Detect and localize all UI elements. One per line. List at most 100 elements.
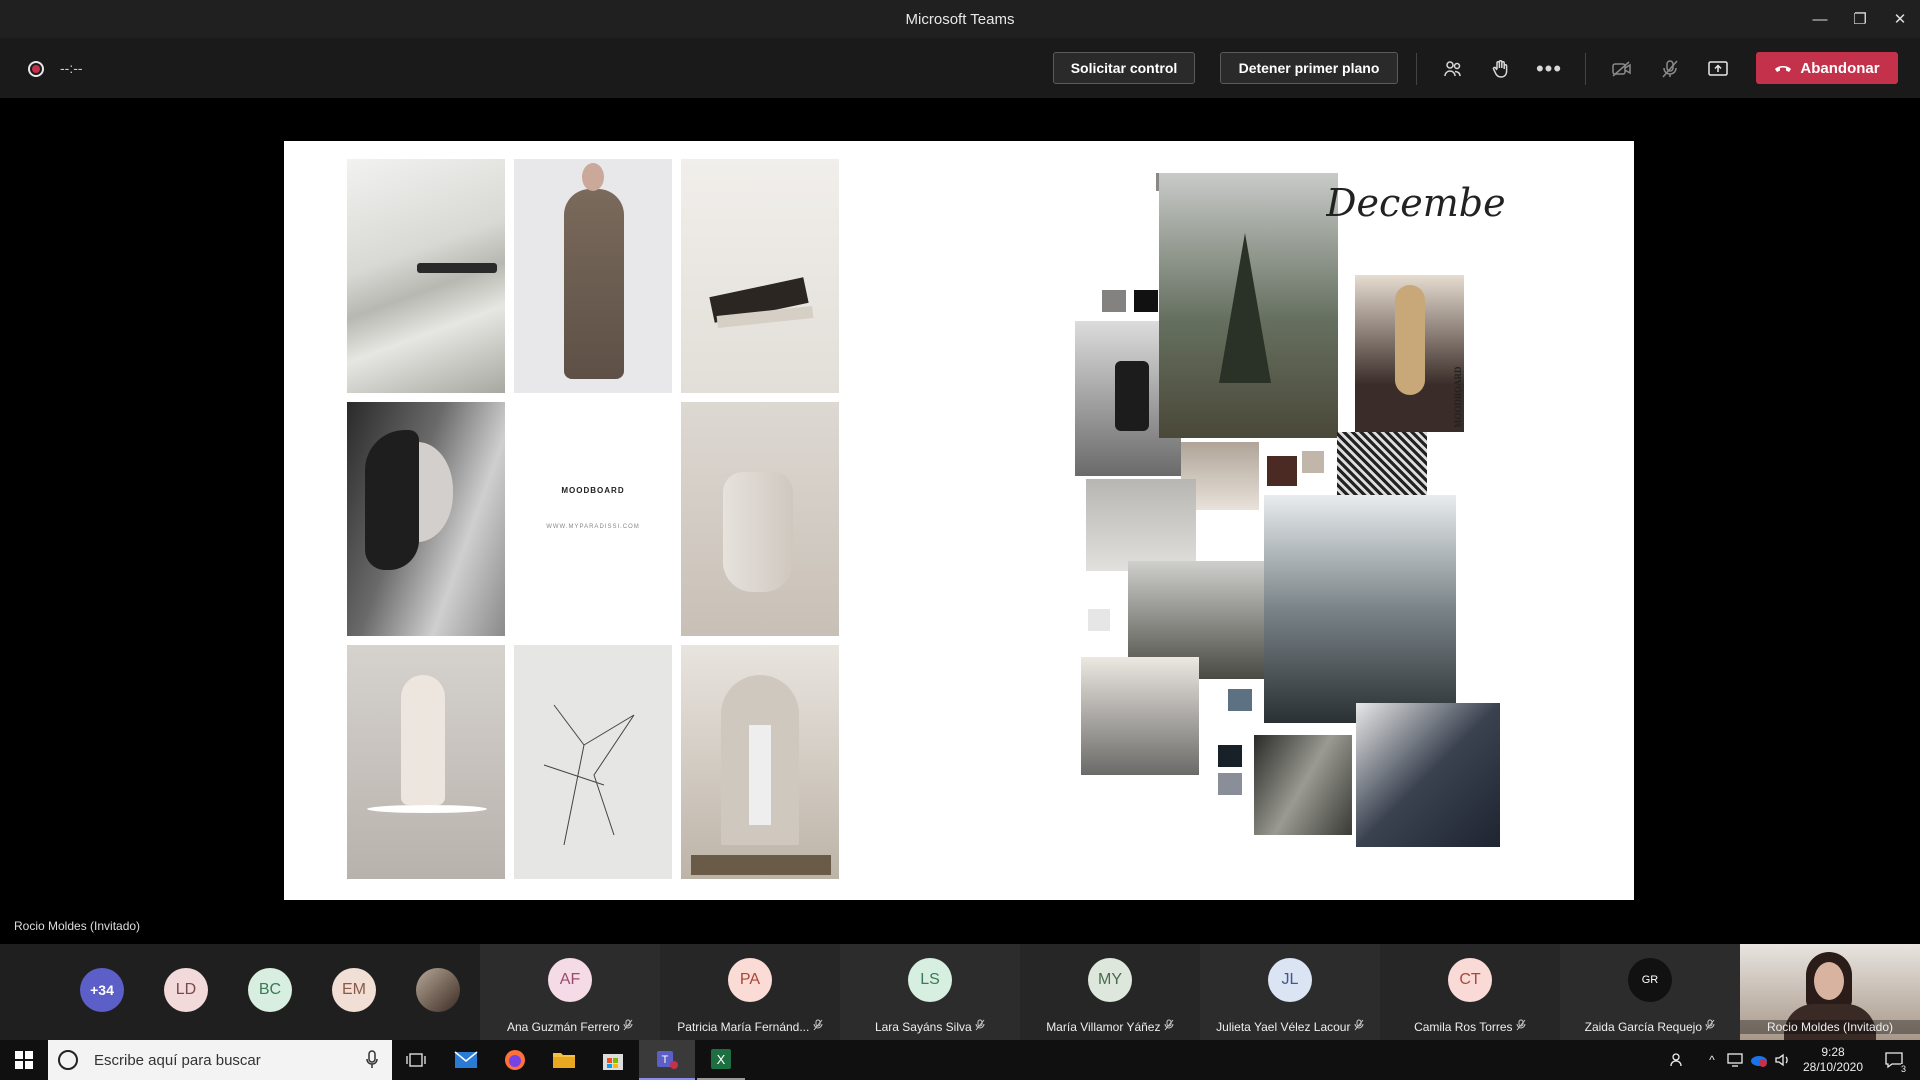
task-view-icon[interactable] bbox=[392, 1040, 440, 1080]
stop-spotlight-button[interactable]: Detener primer plano bbox=[1220, 52, 1398, 84]
network-icon[interactable] bbox=[1724, 1040, 1746, 1080]
moodboard-photo-books bbox=[681, 159, 839, 393]
meeting-timer: --:-- bbox=[60, 60, 83, 76]
color-swatch-black bbox=[1134, 290, 1158, 312]
participant-tile[interactable]: JL Julieta Yael Vélez Lacour bbox=[1200, 944, 1380, 1040]
minimize-icon[interactable]: — bbox=[1800, 0, 1840, 38]
muted-mic-icon bbox=[620, 1019, 633, 1034]
close-icon[interactable]: ✕ bbox=[1880, 0, 1920, 38]
participant-name-text: Patricia María Fernánd... bbox=[677, 1020, 810, 1034]
participant-tile[interactable]: AF Ana Guzmán Ferrero bbox=[480, 944, 660, 1040]
teams-app-icon[interactable]: T bbox=[639, 1040, 695, 1080]
microphone-icon[interactable] bbox=[366, 1050, 378, 1075]
muted-mic-icon bbox=[1702, 1019, 1715, 1034]
svg-text:T: T bbox=[662, 1054, 669, 1066]
mail-app-icon[interactable] bbox=[442, 1040, 490, 1080]
color-swatch-navy bbox=[1218, 745, 1242, 767]
camera-off-icon[interactable] bbox=[1607, 54, 1637, 84]
participant-tile[interactable]: MY María Villamor Yáñez bbox=[1020, 944, 1200, 1040]
presenter-name-label: Rocio Moldes (Invitado) bbox=[14, 919, 141, 933]
excel-app-icon[interactable]: X bbox=[697, 1040, 745, 1080]
window-titlebar: Microsoft Teams — ❐ ✕ bbox=[0, 0, 1920, 38]
muted-mic-icon bbox=[1350, 1019, 1364, 1034]
raise-hand-icon[interactable] bbox=[1486, 54, 1516, 84]
participant-name: Zaida García Requejo bbox=[1560, 1019, 1740, 1034]
toolbar-divider bbox=[1585, 53, 1586, 85]
window-title: Microsoft Teams bbox=[905, 10, 1015, 28]
leave-button[interactable]: Abandonar bbox=[1756, 52, 1898, 84]
participants-icon[interactable] bbox=[1438, 54, 1468, 84]
windows-taskbar: Escribe aquí para buscar T X ^ 9:28 28/1… bbox=[0, 1040, 1920, 1080]
participant-name: Ana Guzmán Ferrero bbox=[480, 1019, 660, 1034]
restore-icon[interactable]: ❐ bbox=[1840, 0, 1880, 38]
participant-avatar-small[interactable]: BC bbox=[248, 968, 292, 1012]
muted-mic-icon bbox=[1513, 1019, 1526, 1034]
muted-mic-icon bbox=[972, 1019, 985, 1034]
participant-name-text: María Villamor Yáñez bbox=[1046, 1020, 1161, 1034]
windows-start-icon[interactable] bbox=[0, 1040, 48, 1080]
moodboard-caption-url: WWW.MYPARADISSI.COM bbox=[546, 524, 640, 530]
request-control-button[interactable]: Solicitar control bbox=[1053, 52, 1195, 84]
moodboard-photo-portrait bbox=[347, 402, 505, 636]
toolbar-divider bbox=[1416, 53, 1417, 85]
svg-text:X: X bbox=[717, 1052, 726, 1067]
chevron-up-icon[interactable]: ^ bbox=[1702, 1040, 1722, 1080]
overflow-participants-badge[interactable]: +34 bbox=[80, 968, 124, 1012]
moodboard-photo-sketch bbox=[514, 645, 672, 879]
participant-tile[interactable]: PA Patricia María Fernánd... bbox=[660, 944, 840, 1040]
taskbar-search-box[interactable]: Escribe aquí para buscar bbox=[48, 1040, 392, 1080]
participant-tile[interactable]: GR Zaida García Requejo bbox=[1560, 944, 1740, 1040]
participant-tile[interactable]: LS Lara Sayáns Silva bbox=[840, 944, 1020, 1040]
collage-photo-forest bbox=[1159, 173, 1338, 438]
moodboard-photo-vase bbox=[681, 402, 839, 636]
shared-slide: MOODBOARD WWW.MYPARADISSI.COM MOODBOARD … bbox=[284, 141, 1634, 900]
collage-photo-lake bbox=[1264, 495, 1456, 723]
self-video-tile[interactable]: Rocio Moldes (Invitado) bbox=[1740, 944, 1920, 1040]
participant-name-text: Camila Ros Torres bbox=[1414, 1020, 1513, 1034]
participant-avatar-small[interactable]: LD bbox=[164, 968, 208, 1012]
participant-tile[interactable]: CT Camila Ros Torres bbox=[1380, 944, 1560, 1040]
participant-name-text: Lara Sayáns Silva bbox=[874, 1020, 972, 1034]
clock-time: 9:28 bbox=[1821, 1045, 1845, 1059]
color-swatch-brown bbox=[1267, 456, 1297, 486]
leave-label: Abandonar bbox=[1800, 59, 1880, 77]
microphone-off-icon[interactable] bbox=[1655, 54, 1685, 84]
notifications-icon[interactable]: 3 bbox=[1874, 1040, 1914, 1080]
moodboard-photo-sculpture bbox=[347, 645, 505, 879]
muted-mic-icon bbox=[1160, 1019, 1174, 1034]
people-tray-icon[interactable] bbox=[1664, 1040, 1692, 1080]
more-options-icon[interactable]: ••• bbox=[1534, 54, 1564, 84]
color-swatch-slate bbox=[1218, 773, 1242, 795]
participant-name: Camila Ros Torres bbox=[1380, 1019, 1560, 1034]
taskbar-clock[interactable]: 9:28 28/10/2020 bbox=[1798, 1040, 1868, 1080]
participant-name: María Villamor Yáñez bbox=[1020, 1019, 1200, 1034]
notifications-count: 3 bbox=[1900, 1064, 1906, 1074]
participants-strip: +34 LD BC EM AF Ana Guzmán Ferrero PA Patr… bbox=[0, 944, 1920, 1040]
file-explorer-icon[interactable] bbox=[540, 1040, 588, 1080]
participant-name-text: Julieta Yael Vélez Lacour bbox=[1216, 1020, 1351, 1034]
participant-name-text: Zaida García Requejo bbox=[1584, 1020, 1703, 1034]
participant-name: Julieta Yael Vélez Lacour bbox=[1200, 1019, 1380, 1034]
onedrive-icon[interactable] bbox=[1748, 1040, 1770, 1080]
participant-avatar: LS bbox=[908, 958, 952, 1002]
participant-photo-avatar[interactable] bbox=[416, 968, 460, 1012]
firefox-icon[interactable] bbox=[491, 1040, 539, 1080]
participant-avatar: GR bbox=[1628, 958, 1672, 1002]
moodboard-caption-card: MOODBOARD WWW.MYPARADISSI.COM bbox=[514, 402, 672, 636]
participant-avatar: PA bbox=[728, 958, 772, 1002]
share-screen-icon[interactable] bbox=[1703, 54, 1733, 84]
collage-photo-pour bbox=[1081, 657, 1199, 775]
window-controls: — ❐ ✕ bbox=[1800, 0, 1920, 38]
participant-avatar: CT bbox=[1448, 958, 1492, 1002]
moodboard-photo-coat bbox=[514, 159, 672, 393]
self-name-label: Rocio Moldes (Invitado) bbox=[1740, 1020, 1920, 1034]
shared-content-stage: MOODBOARD WWW.MYPARADISSI.COM MOODBOARD … bbox=[0, 98, 1920, 944]
recording-icon bbox=[28, 61, 44, 77]
color-swatch-blue bbox=[1228, 689, 1252, 711]
store-app-icon[interactable] bbox=[589, 1040, 637, 1080]
participant-avatar-small[interactable]: EM bbox=[332, 968, 376, 1012]
collage-photo-lights bbox=[1086, 479, 1196, 571]
moodboard-photo-landscape bbox=[347, 159, 505, 393]
clock-date: 28/10/2020 bbox=[1802, 1060, 1864, 1074]
volume-icon[interactable] bbox=[1772, 1040, 1794, 1080]
